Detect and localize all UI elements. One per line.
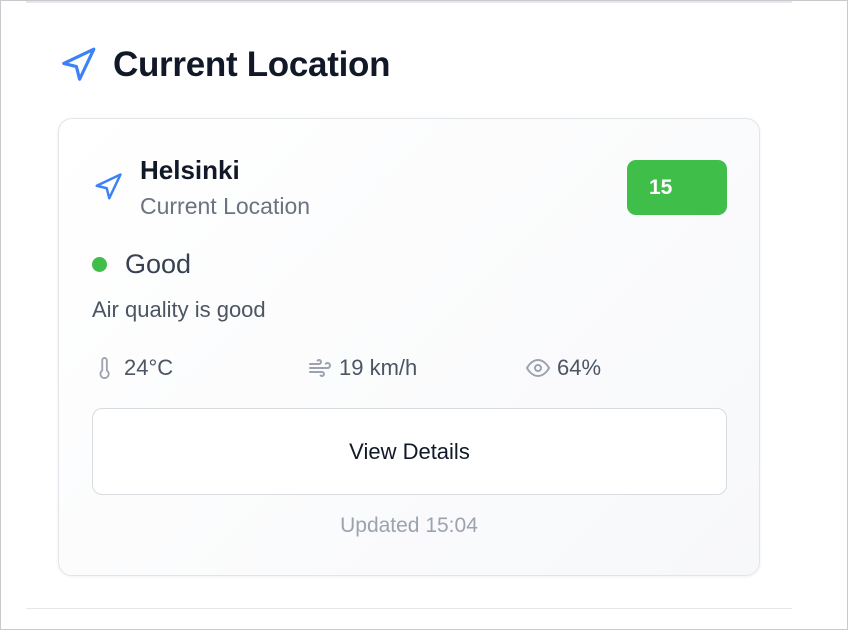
status-description: Air quality is good bbox=[92, 297, 266, 322]
view-details-button[interactable]: View Details bbox=[92, 408, 727, 495]
section-header: Current Location bbox=[59, 43, 390, 87]
divider-top bbox=[26, 1, 792, 3]
metrics-row: 24°C 19 km/h 64% bbox=[92, 353, 732, 383]
status-row: Good bbox=[92, 249, 191, 280]
wind-icon bbox=[307, 355, 333, 381]
metric-wind: 19 km/h bbox=[307, 353, 417, 383]
eye-icon bbox=[525, 355, 551, 381]
location-card: Helsinki Current Location 15 Good Air qu… bbox=[58, 118, 760, 576]
navigation-arrow-icon bbox=[59, 46, 97, 84]
status-dot bbox=[92, 257, 107, 272]
humidity-value: 64% bbox=[557, 355, 602, 380]
temperature-value: 24°C bbox=[124, 355, 174, 380]
wind-value: 19 km/h bbox=[339, 355, 418, 380]
app-frame: Current Location Helsinki Current Locati… bbox=[0, 0, 848, 630]
thermometer-icon bbox=[92, 355, 118, 381]
city-name: Helsinki bbox=[140, 155, 240, 185]
metric-humidity: 64% bbox=[525, 353, 601, 383]
updated-timestamp: Updated 15:04 bbox=[340, 514, 478, 537]
city-subtitle: Current Location bbox=[140, 193, 311, 219]
location-arrow-icon bbox=[92, 171, 124, 203]
divider-bottom bbox=[26, 608, 792, 609]
status-label: Good bbox=[125, 249, 192, 279]
metric-temperature: 24°C bbox=[92, 353, 173, 383]
section-title: Current Location bbox=[113, 45, 391, 84]
aqi-badge: 15 bbox=[627, 160, 727, 215]
